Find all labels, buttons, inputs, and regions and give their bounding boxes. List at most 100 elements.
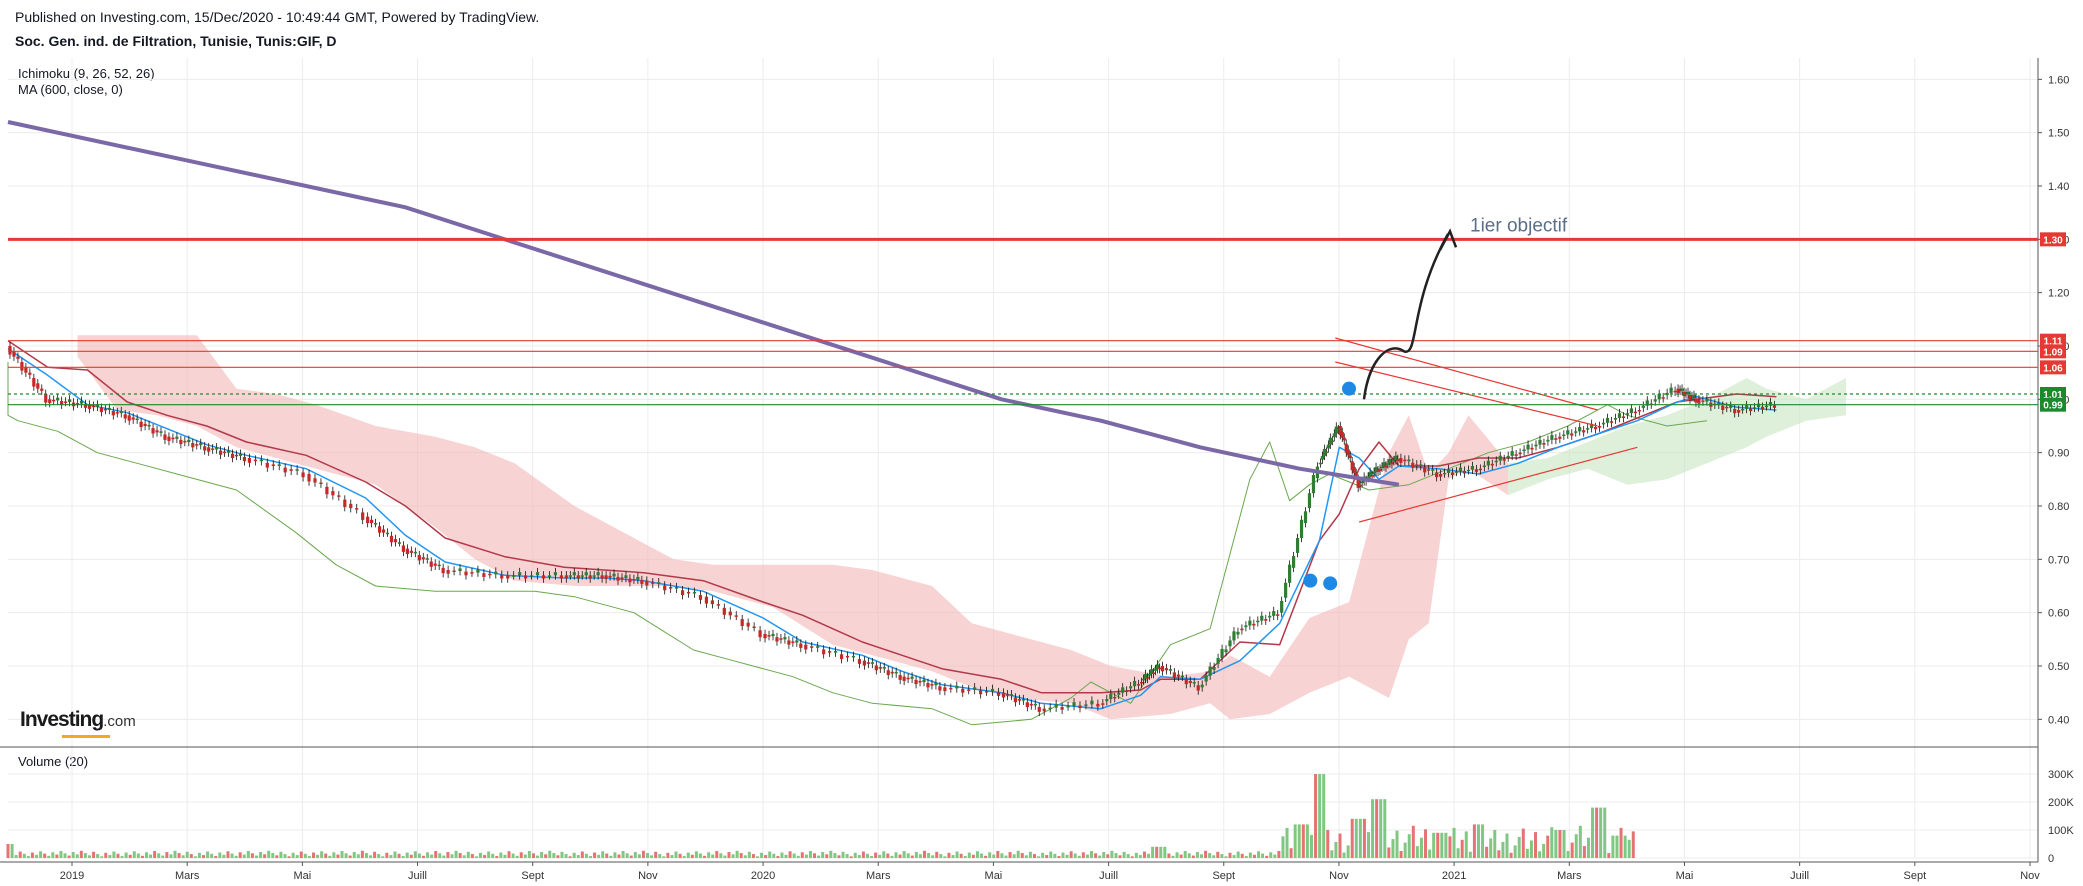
volume-tick-label: 0: [2048, 853, 2054, 865]
candle-body: [1694, 398, 1698, 403]
volume-bar: [409, 854, 413, 858]
volume-bar: [1069, 851, 1073, 858]
volume-bar: [931, 855, 935, 858]
candle-body: [1380, 466, 1384, 469]
volume-bar: [523, 854, 527, 858]
candle-body: [1318, 462, 1323, 465]
x-tick-label: Mars: [866, 870, 891, 882]
volume-bar: [1130, 856, 1134, 858]
volume-bar: [1346, 845, 1350, 858]
candle-body: [645, 580, 649, 586]
volume-bar: [678, 853, 682, 858]
candle-body: [1048, 707, 1052, 710]
volume-bar: [865, 853, 869, 858]
candle-body: [1288, 564, 1292, 583]
candle-body: [167, 436, 171, 441]
volume-bar: [479, 852, 483, 858]
candle-body: [1748, 408, 1753, 412]
candle-body: [640, 580, 644, 584]
volume-bar: [731, 854, 735, 858]
candle-body: [355, 508, 359, 510]
candle-body: [1745, 405, 1749, 409]
volume-bar: [1586, 837, 1590, 858]
candle-body: [506, 575, 510, 579]
volume-bar: [458, 853, 462, 858]
volume-bar: [1232, 855, 1236, 858]
candle-body: [961, 688, 965, 693]
candle-body: [163, 434, 167, 440]
volume-bar: [466, 851, 470, 858]
volume-bar: [108, 855, 112, 858]
candle-body: [1609, 421, 1614, 423]
volume-bar: [792, 853, 796, 858]
candle-body: [898, 675, 902, 680]
volume-bar: [784, 854, 788, 858]
volume-bar: [210, 853, 214, 858]
volume-bar: [650, 855, 654, 858]
volume-bar: [67, 855, 71, 858]
candle-body: [746, 622, 750, 627]
volume-bar: [1342, 852, 1346, 858]
volume-bar: [413, 851, 417, 858]
volume-bar: [845, 854, 849, 858]
candle-body: [1562, 434, 1566, 437]
ichimoku-cloud-bearish: [77, 335, 1509, 720]
candle-body: [1721, 405, 1725, 410]
volume-bar: [381, 856, 385, 858]
candle-body: [1346, 449, 1350, 456]
candle-body: [203, 446, 207, 451]
volume-bar: [943, 856, 947, 858]
volume-bar: [438, 853, 442, 858]
candle-body: [1370, 475, 1374, 477]
volume-bar: [711, 854, 715, 858]
volume-bar: [914, 852, 918, 858]
candle-body: [20, 362, 24, 371]
candle-body: [1641, 405, 1645, 408]
volume-bar: [988, 852, 992, 858]
volume-bar: [348, 855, 352, 858]
candle-body: [973, 687, 977, 690]
volume-bar: [633, 852, 637, 858]
candle-body: [1117, 692, 1121, 695]
candle-body: [1299, 519, 1304, 538]
volume-bar: [173, 850, 177, 858]
y-tick-label: 1.50: [2048, 128, 2069, 140]
candle-body: [147, 424, 151, 427]
candle-body: [1546, 439, 1550, 442]
candle-body: [1180, 675, 1184, 678]
candle-body: [616, 576, 620, 581]
volume-bar: [906, 853, 910, 858]
candle-body: [230, 453, 235, 458]
volume-bar: [1236, 851, 1240, 858]
volume-bar: [1403, 842, 1407, 858]
candle-body: [1256, 620, 1260, 623]
volume-bar: [1611, 835, 1615, 858]
candle-body: [1669, 387, 1673, 393]
volume-bar: [1008, 852, 1012, 858]
volume-bar: [450, 854, 454, 858]
candle-body: [1176, 674, 1180, 677]
volume-bar: [1037, 856, 1041, 858]
volume-bar: [104, 852, 108, 858]
price-chart[interactable]: 1.601.501.401.301.201.101.000.900.800.70…: [0, 0, 2083, 886]
volume-bar: [87, 855, 91, 858]
volume-tick-label: 300K: [2048, 769, 2074, 781]
volume-bar: [222, 854, 226, 858]
volume-bar: [1338, 833, 1342, 858]
y-tick-label: 0.80: [2048, 501, 2069, 513]
candle-body: [1419, 464, 1423, 466]
candle-body: [253, 459, 257, 462]
candle-body: [1204, 675, 1208, 682]
volume-bar: [670, 855, 674, 858]
candle-body: [580, 575, 584, 577]
volume-bar: [1273, 854, 1277, 858]
volume-bar: [79, 850, 83, 858]
volume-bar: [1542, 844, 1546, 858]
candle-body: [851, 655, 856, 658]
candle-body: [289, 469, 293, 471]
volume-bar: [1350, 818, 1354, 858]
candle-body: [401, 545, 406, 552]
candle-body: [839, 654, 844, 660]
candle-body: [828, 651, 832, 653]
volume-bar: [14, 855, 18, 858]
